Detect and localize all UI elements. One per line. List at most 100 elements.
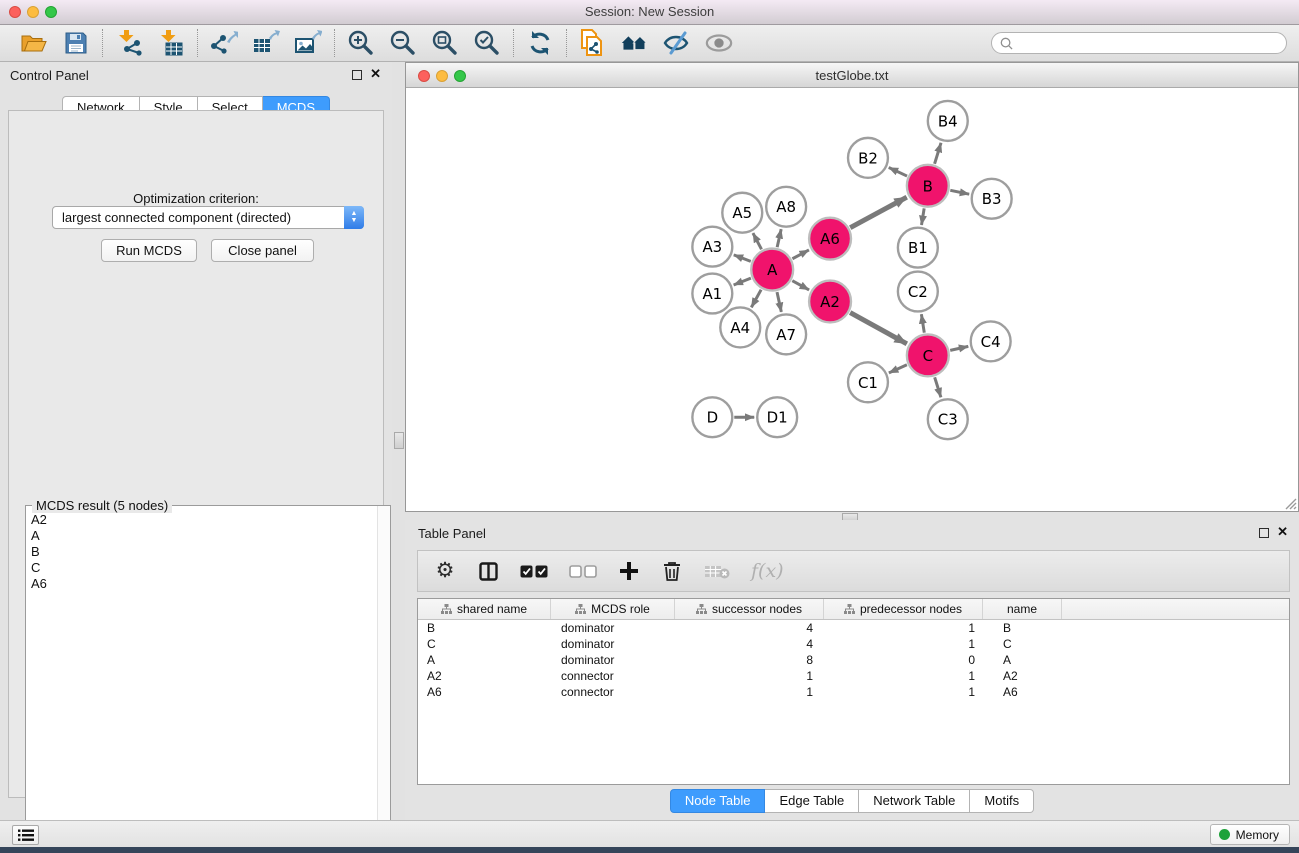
delete-column-icon[interactable] xyxy=(661,558,683,584)
column-header[interactable]: MCDS role xyxy=(551,599,675,619)
table-cell[interactable]: A2 xyxy=(983,668,1062,684)
table-cell[interactable]: connector xyxy=(551,668,675,684)
table-float-panel-icon[interactable] xyxy=(1259,528,1269,538)
zoom-selected-icon[interactable] xyxy=(473,30,501,56)
tab-edge-table[interactable]: Edge Table xyxy=(765,789,859,813)
home-icon[interactable] xyxy=(621,30,649,56)
zoom-out-icon[interactable] xyxy=(389,30,417,56)
resize-grip-icon[interactable] xyxy=(1282,495,1297,510)
tab-motifs[interactable]: Motifs xyxy=(970,789,1034,813)
apply-function-icon[interactable]: f(x) xyxy=(751,558,784,584)
graph-node-D[interactable]: D xyxy=(692,397,732,437)
table-cell[interactable]: dominator xyxy=(551,620,675,636)
open-session-icon[interactable] xyxy=(20,30,48,56)
criterion-dropdown[interactable]: largest connected component (directed) ▲… xyxy=(52,206,364,229)
table-cell[interactable]: 1 xyxy=(675,668,824,684)
graph-edge-B-B4[interactable] xyxy=(935,143,941,164)
column-header[interactable]: predecessor nodes xyxy=(824,599,983,619)
tab-node-table[interactable]: Node Table xyxy=(670,789,766,813)
graph-edge-A-A5[interactable] xyxy=(753,233,762,249)
mcds-result-item[interactable]: A2 xyxy=(27,512,376,528)
table-cell[interactable]: 1 xyxy=(675,684,824,700)
task-history-button[interactable] xyxy=(12,825,39,845)
tab-network-table[interactable]: Network Table xyxy=(859,789,970,813)
column-manage-icon[interactable] xyxy=(477,558,499,584)
column-header[interactable]: shared name xyxy=(418,599,551,619)
zoom-fit-icon[interactable] xyxy=(431,30,459,56)
table-cell[interactable]: 1 xyxy=(824,668,983,684)
add-column-icon[interactable] xyxy=(618,558,640,584)
deselect-all-icon[interactable] xyxy=(569,558,597,584)
graph-node-D1[interactable]: D1 xyxy=(757,397,797,437)
graph-node-B4[interactable]: B4 xyxy=(928,101,968,141)
delete-table-icon[interactable] xyxy=(704,558,730,584)
graph-node-C1[interactable]: C1 xyxy=(848,362,888,402)
mcds-result-item[interactable]: B xyxy=(27,544,376,560)
graph-node-A[interactable]: A xyxy=(751,249,793,291)
graph-node-A7[interactable]: A7 xyxy=(766,314,806,354)
table-row[interactable]: Bdominator41B xyxy=(418,620,1289,636)
table-cell[interactable]: 0 xyxy=(824,652,983,668)
export-image-icon[interactable] xyxy=(294,30,322,56)
memory-button[interactable]: Memory xyxy=(1210,824,1290,845)
table-cell[interactable]: B xyxy=(418,620,551,636)
graph-node-A1[interactable]: A1 xyxy=(692,274,732,314)
graph-node-C2[interactable]: C2 xyxy=(898,272,938,312)
graph-node-C3[interactable]: C3 xyxy=(928,399,968,439)
table-cell[interactable]: dominator xyxy=(551,636,675,652)
table-settings-icon[interactable]: ⚙ xyxy=(434,558,456,584)
graph-node-A4[interactable]: A4 xyxy=(720,307,760,347)
graph-edge-C-C2[interactable] xyxy=(921,314,924,333)
table-cell[interactable]: 1 xyxy=(824,636,983,652)
column-header[interactable]: name xyxy=(983,599,1062,619)
mcds-result-item[interactable]: C xyxy=(27,560,376,576)
table-cell[interactable]: 4 xyxy=(675,620,824,636)
splitter-grip-left[interactable] xyxy=(394,432,404,449)
table-cell[interactable]: 1 xyxy=(824,684,983,700)
table-cell[interactable]: 1 xyxy=(824,620,983,636)
close-panel-icon[interactable]: ✕ xyxy=(370,66,381,82)
table-cell[interactable]: B xyxy=(983,620,1062,636)
graph-edge-B-B2[interactable] xyxy=(889,168,907,177)
mcds-result-item[interactable]: A xyxy=(27,528,376,544)
table-cell[interactable]: A6 xyxy=(983,684,1062,700)
mcds-result-item[interactable]: A6 xyxy=(27,576,376,592)
graph-node-C4[interactable]: C4 xyxy=(971,321,1011,361)
select-all-icon[interactable] xyxy=(520,558,548,584)
graph-node-B3[interactable]: B3 xyxy=(972,179,1012,219)
import-table-icon[interactable] xyxy=(157,30,185,56)
run-mcds-button[interactable]: Run MCDS xyxy=(101,239,197,262)
graph-edge-A-A4[interactable] xyxy=(751,290,761,308)
network-window-titlebar[interactable]: testGlobe.txt xyxy=(406,63,1298,88)
network-canvas[interactable]: B4B2BB3A5A8A6B1A3AC2A1A2A4A7C4CC1C3DD1 xyxy=(406,89,1298,511)
import-network-icon[interactable] xyxy=(115,30,143,56)
graph-node-A6[interactable]: A6 xyxy=(809,218,851,260)
duplicate-network-icon[interactable] xyxy=(579,30,607,56)
table-cell[interactable]: 8 xyxy=(675,652,824,668)
table-cell[interactable]: dominator xyxy=(551,652,675,668)
table-cell[interactable]: A2 xyxy=(418,668,551,684)
graph-edge-B-B1[interactable] xyxy=(921,208,924,225)
export-table-icon[interactable] xyxy=(252,30,280,56)
graph-edge-B-B3[interactable] xyxy=(950,190,969,194)
graph-node-A8[interactable]: A8 xyxy=(766,187,806,227)
hide-panels-icon[interactable] xyxy=(663,30,691,56)
table-cell[interactable]: A xyxy=(983,652,1062,668)
graph-node-B1[interactable]: B1 xyxy=(898,228,938,268)
table-cell[interactable]: A xyxy=(418,652,551,668)
table-cell[interactable]: connector xyxy=(551,684,675,700)
graph-edge-A6-B[interactable] xyxy=(850,197,907,228)
graph-node-A3[interactable]: A3 xyxy=(692,227,732,267)
graph-edge-A-A1[interactable] xyxy=(734,278,751,285)
graph-edge-A-A8[interactable] xyxy=(777,229,781,247)
graph-edge-A-A3[interactable] xyxy=(734,255,751,262)
graph-edge-A2-C[interactable] xyxy=(850,313,907,344)
graph-node-B[interactable]: B xyxy=(907,165,949,207)
float-panel-icon[interactable] xyxy=(352,70,362,80)
zoom-in-icon[interactable] xyxy=(347,30,375,56)
graph-edge-C-C3[interactable] xyxy=(935,377,941,397)
graph-edge-A-A7[interactable] xyxy=(777,292,781,312)
table-cell[interactable]: 4 xyxy=(675,636,824,652)
graph-node-C[interactable]: C xyxy=(907,334,949,376)
graph-node-B2[interactable]: B2 xyxy=(848,138,888,178)
